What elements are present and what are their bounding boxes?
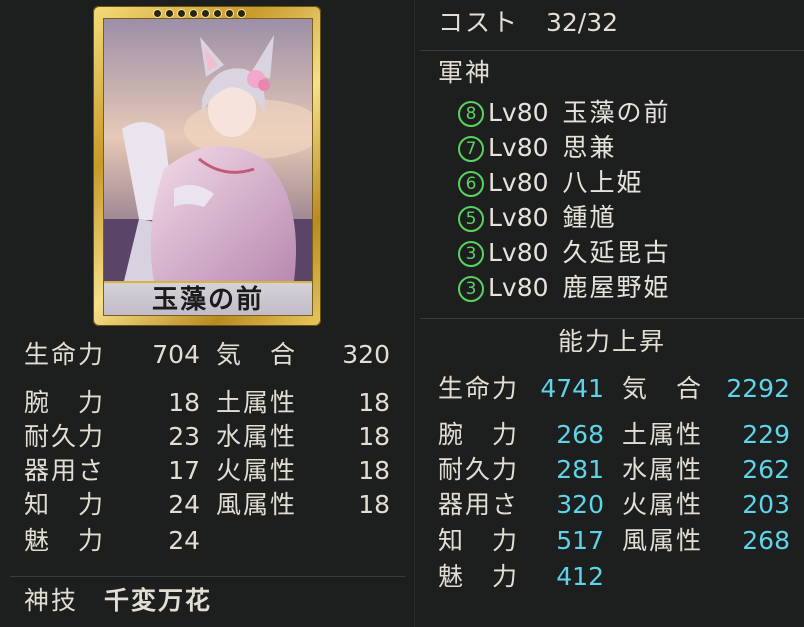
gunshin-item[interactable]: 8 Lv80 玉藻の前 [458, 98, 671, 128]
gunshin-name: 鹿屋野姫 [562, 273, 671, 302]
stat-label: 風属性 [216, 490, 298, 519]
stat-label: 水属性 [216, 422, 298, 451]
gunshin-name: 思兼 [562, 133, 617, 162]
gunshin-name: 鍾馗 [562, 203, 617, 232]
boost-label: 耐久力 [438, 455, 520, 484]
stat-value: 24 [168, 490, 200, 519]
rank-dot [201, 9, 210, 18]
gunshin-level: Lv80 [488, 133, 549, 162]
rank-dot [189, 9, 198, 18]
boost-label: 土属性 [622, 420, 704, 449]
stat-value: 24 [168, 526, 200, 555]
stat-label: 魅 力 [24, 526, 106, 555]
boost-value: 2292 [726, 374, 790, 403]
stat-value: 18 [358, 422, 390, 451]
gunshin-name: 八上姫 [562, 168, 644, 197]
card-name-bar: 玉藻の前 [104, 281, 312, 315]
boost-label: 生命力 [438, 374, 520, 403]
boost-value: 4741 [540, 374, 604, 403]
rank-dot [225, 9, 234, 18]
boost-label: 風属性 [622, 526, 704, 555]
slot-number-badge: 5 [458, 206, 484, 232]
boost-value: 412 [556, 562, 604, 591]
stat-label: 火属性 [216, 456, 298, 485]
divider [10, 576, 405, 577]
boost-value: 268 [742, 526, 790, 555]
gunshin-name: 玉藻の前 [562, 98, 671, 127]
stat-label: 腕 力 [24, 388, 106, 417]
divider [420, 318, 804, 319]
slot-number-badge: 3 [458, 241, 484, 267]
boost-value: 281 [556, 455, 604, 484]
character-portrait [104, 19, 312, 281]
gunshin-item[interactable]: 3 Lv80 久延毘古 [458, 238, 671, 268]
gunshin-name: 久延毘古 [562, 238, 671, 267]
gunshin-level: Lv80 [488, 238, 549, 267]
gunshin-level: Lv80 [488, 273, 549, 302]
stat-label: 土属性 [216, 388, 298, 417]
divider [420, 50, 804, 51]
stat-label: 生命力 [24, 340, 106, 369]
boost-label: 水属性 [622, 455, 704, 484]
rank-dot [177, 9, 186, 18]
stat-value: 18 [168, 388, 200, 417]
slot-number-badge: 6 [458, 171, 484, 197]
slot-number-badge: 8 [458, 101, 484, 127]
gunshin-item[interactable]: 3 Lv80 鹿屋野姫 [458, 273, 671, 303]
boost-value: 229 [742, 420, 790, 449]
rank-dot [153, 9, 162, 18]
boost-value: 320 [556, 490, 604, 519]
boost-title: 能力上昇 [557, 327, 666, 356]
gunshin-item[interactable]: 6 Lv80 八上姫 [458, 168, 644, 198]
stat-value: 17 [168, 456, 200, 485]
stat-value: 704 [152, 340, 200, 369]
stat-label: 器用さ [24, 456, 106, 485]
card-name: 玉藻の前 [151, 285, 264, 315]
boost-label: 魅 力 [438, 562, 520, 591]
character-card[interactable]: 玉藻の前 [93, 6, 321, 326]
boost-value: 262 [742, 455, 790, 484]
gunshin-item[interactable]: 7 Lv80 思兼 [458, 133, 617, 163]
boost-label: 気 合 [622, 374, 704, 403]
rank-dot [237, 9, 246, 18]
rank-dot [165, 9, 174, 18]
skill-label: 神技 [24, 586, 79, 615]
stat-value: 18 [358, 490, 390, 519]
gunshin-level: Lv80 [488, 98, 549, 127]
boost-label: 知 力 [438, 526, 520, 555]
gunshin-level: Lv80 [488, 168, 549, 197]
slot-number-badge: 7 [458, 136, 484, 162]
stat-label: 耐久力 [24, 422, 106, 451]
gunshin-level: Lv80 [488, 203, 549, 232]
gunshin-item[interactable]: 5 Lv80 鍾馗 [458, 203, 617, 233]
stat-label: 知 力 [24, 490, 106, 519]
gunshin-title: 軍神 [438, 58, 493, 87]
slot-number-badge: 3 [458, 276, 484, 302]
stat-label: 気 合 [216, 340, 298, 369]
cost-value: 32/32 [546, 8, 619, 37]
skill-name: 千変万花 [104, 586, 213, 615]
stat-value: 23 [168, 422, 200, 451]
boost-value: 203 [742, 490, 790, 519]
stat-value: 320 [342, 340, 390, 369]
boost-label: 器用さ [438, 490, 520, 519]
cost-label: コスト [438, 8, 520, 37]
stat-value: 18 [358, 456, 390, 485]
rank-dot [213, 9, 222, 18]
boost-value: 517 [556, 526, 604, 555]
boost-label: 腕 力 [438, 420, 520, 449]
card-inner: 玉藻の前 [103, 18, 313, 316]
stat-value: 18 [358, 388, 390, 417]
boost-label: 火属性 [622, 490, 704, 519]
boost-value: 268 [556, 420, 604, 449]
rank-dots [153, 9, 246, 18]
